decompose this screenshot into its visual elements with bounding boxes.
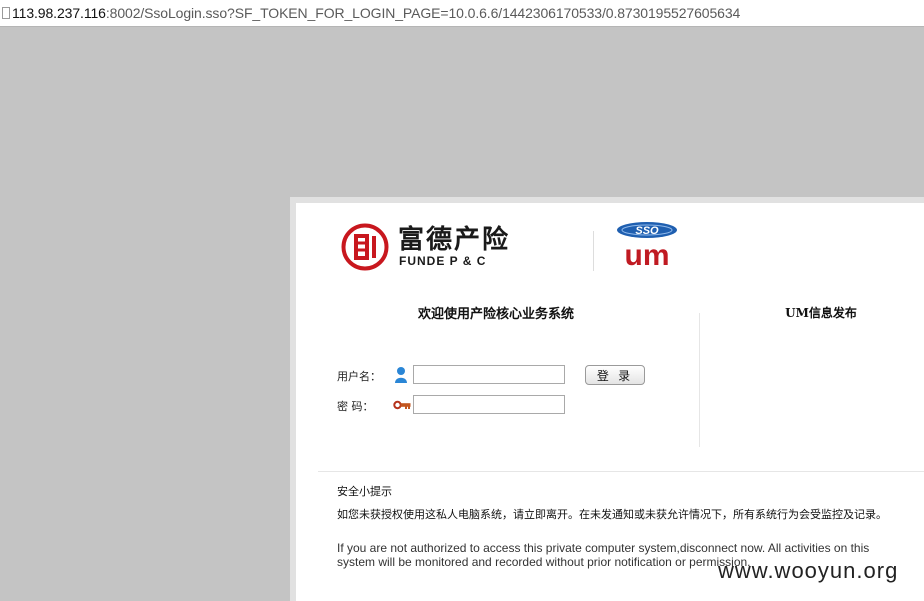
um-logo-text: um: [625, 239, 670, 271]
security-tip-title: 安全小提示: [337, 485, 392, 498]
username-input[interactable]: [413, 365, 565, 384]
key-icon: [393, 400, 411, 410]
sso-logo-text: SSO: [635, 225, 659, 237]
password-label: 密 码：: [337, 400, 374, 413]
brand-name-en: FUNDE P & C: [399, 254, 487, 268]
security-tip-text-cn: 如您未获授权使用这私人电脑系统，请立即离开。在未发通知或未获允许情况下，所有系统…: [337, 508, 887, 521]
tips-divider: [318, 471, 924, 472]
url-path: :8002/SsoLogin.sso?SF_TOKEN_FOR_LOGIN_PA…: [105, 5, 741, 21]
page-icon: [2, 7, 10, 19]
brand-name-cn: 富德产险: [398, 225, 511, 255]
username-label: 用户名：: [337, 370, 381, 383]
watermark: www.wooyun.org: [718, 558, 899, 583]
header-divider: [593, 231, 594, 271]
address-bar-url[interactable]: 113.98.237.116:8002/SsoLogin.sso?SF_TOKE…: [12, 5, 740, 21]
section-divider: [699, 313, 700, 447]
login-button[interactable]: 登 录: [585, 365, 645, 385]
url-host: 113.98.237.116: [12, 5, 106, 21]
password-input[interactable]: [413, 395, 565, 414]
address-bar[interactable]: 113.98.237.116:8002/SsoLogin.sso?SF_TOKE…: [0, 0, 924, 27]
um-news-title: UM信息发布: [785, 306, 857, 320]
sso-um-logo-icon: SSO um: [617, 222, 677, 271]
welcome-title: 欢迎使用产险核心业务系统: [417, 307, 574, 322]
login-panel: 富德产险 FUNDE P & C SSO um 欢迎使用产险核心业务系统 UM信…: [290, 197, 924, 601]
user-icon: [395, 367, 407, 383]
funde-logo-icon: [341, 223, 389, 271]
